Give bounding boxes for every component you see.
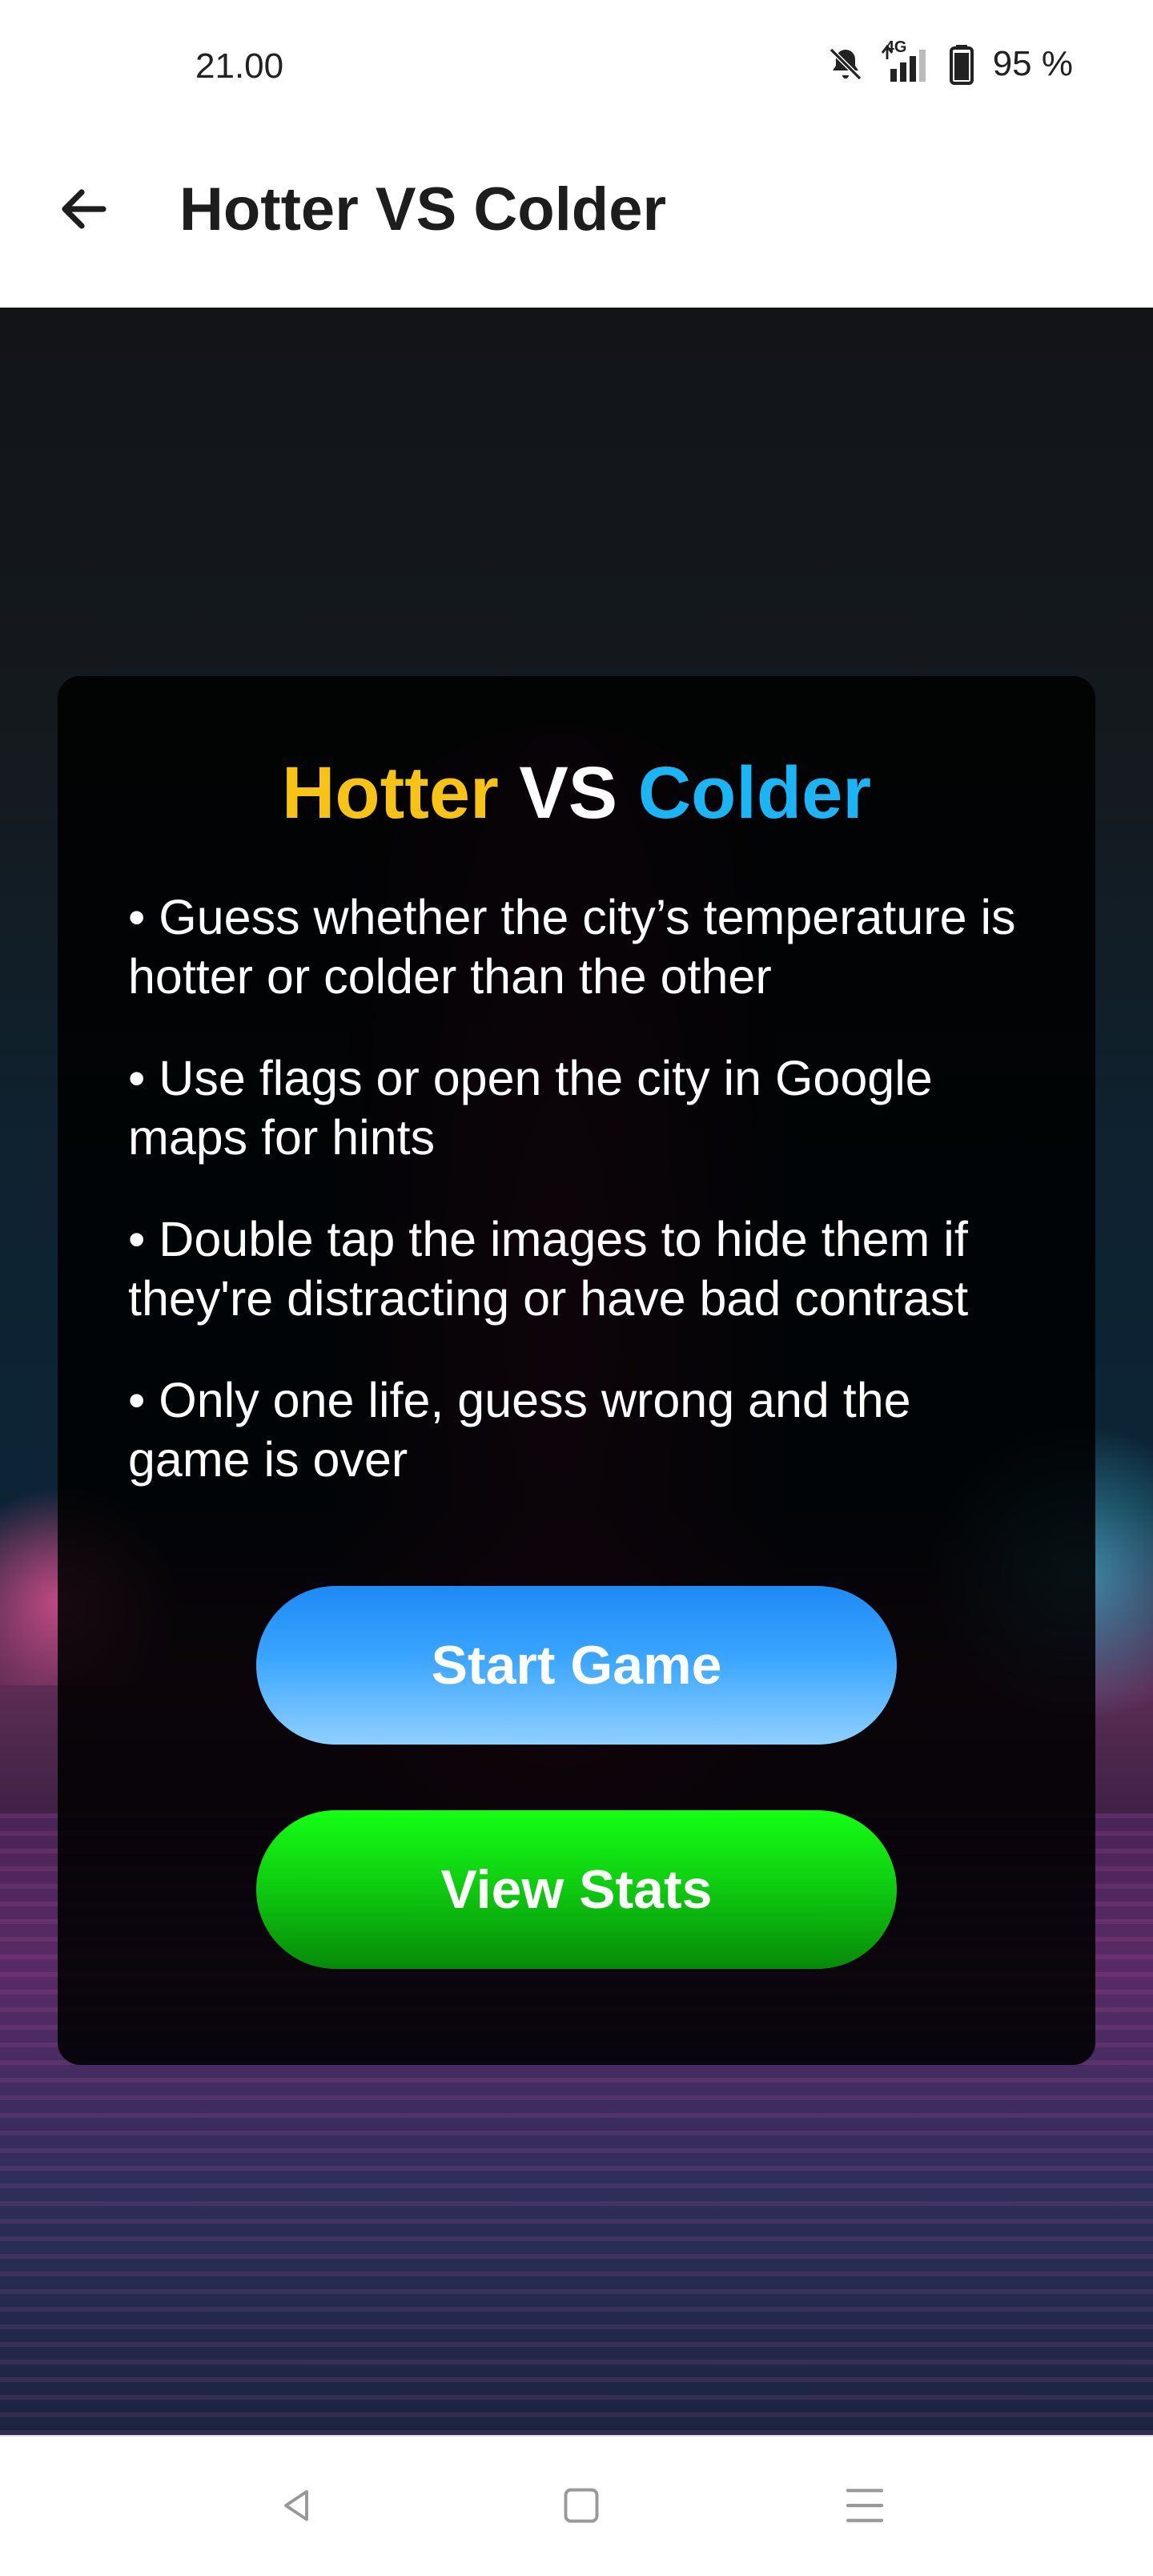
title-hotter: Hotter: [281, 752, 499, 834]
view-stats-button[interactable]: View Stats: [256, 1810, 897, 1969]
status-bar: 21.00 4G 95 %: [0, 0, 1153, 133]
info-card: Hotter VS Colder • Guess whether the cit…: [58, 676, 1095, 2065]
triangle-back-icon: [275, 2485, 317, 2530]
bell-off-icon: [826, 45, 865, 83]
rules-list: • Guess whether the city’s temperature i…: [128, 888, 1041, 1532]
page-title: Hotter VS Colder: [179, 175, 667, 244]
nav-menu-button[interactable]: [833, 2475, 897, 2539]
battery-icon: [949, 43, 974, 85]
title-colder: Colder: [637, 752, 872, 834]
battery-percentage: 95 %: [992, 44, 1073, 83]
status-icons: 4G 95 %: [826, 38, 1073, 87]
nav-home-button[interactable]: [549, 2475, 613, 2539]
rule-item: • Double tap the images to hide them if …: [128, 1212, 969, 1326]
back-button[interactable]: [40, 167, 128, 255]
rule-item: • Only one life, guess wrong and the gam…: [128, 1373, 911, 1487]
rule-item: • Guess whether the city’s temperature i…: [128, 890, 1016, 1004]
menu-lines-icon: [842, 2483, 887, 2532]
signal-icon: 4G: [881, 38, 934, 85]
start-game-button[interactable]: Start Game: [256, 1586, 897, 1745]
rule-item: • Use flags or open the city in Google m…: [128, 1051, 933, 1165]
nav-back-button[interactable]: [264, 2475, 328, 2539]
square-home-icon: [560, 2485, 602, 2530]
navigation-bar: [0, 2435, 1153, 2576]
card-title: Hotter VS Colder: [58, 752, 1095, 834]
arrow-left-icon: [55, 180, 113, 242]
title-vs: VS: [519, 752, 618, 834]
network-type: 4G: [885, 38, 907, 56]
app-bar: Hotter VS Colder: [0, 133, 1153, 308]
status-time: 21.00: [195, 46, 284, 86]
